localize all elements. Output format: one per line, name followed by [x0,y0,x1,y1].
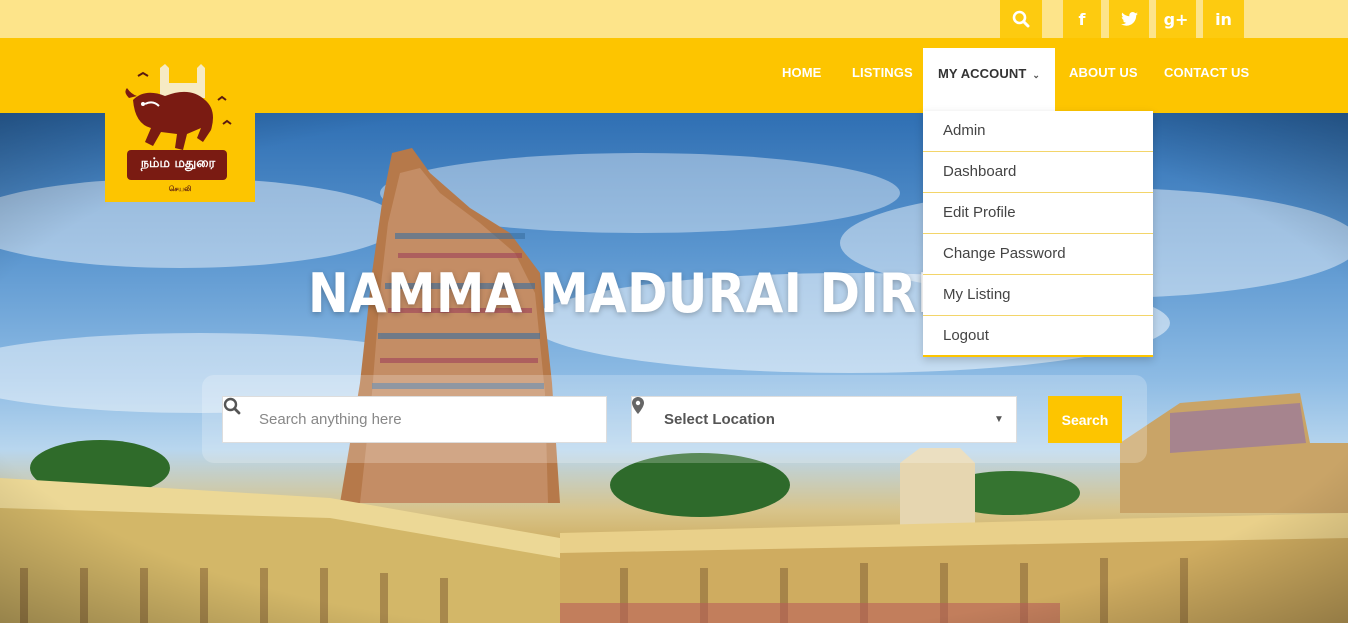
nav-my-account-label: MY ACCOUNT [938,66,1027,81]
top-search-button[interactable] [1000,0,1042,38]
twitter-link[interactable] [1109,0,1149,38]
logo-text: நம்ம மதுரை [140,156,216,171]
caret-down-icon: ▼ [994,414,1004,425]
facebook-icon: f [1078,9,1086,29]
google-plus-link[interactable]: g+ [1156,0,1196,38]
search-button[interactable]: Search [1048,396,1122,443]
bull-logo-icon [125,64,232,180]
nav-about-us[interactable]: ABOUT US [1069,38,1138,113]
dropdown-item-dashboard[interactable]: Dashboard [923,152,1153,193]
location-select[interactable]: Select Location ▼ [631,396,1017,443]
top-bar: f g+ in [0,0,1348,38]
dropdown-item-logout[interactable]: Logout [923,316,1153,357]
nav-home[interactable]: HOME [782,38,821,113]
dropdown-item-edit-profile[interactable]: Edit Profile [923,193,1153,234]
nav-contact-us[interactable]: CONTACT US [1164,38,1249,113]
google-plus-icon: g+ [1163,9,1189,29]
logo-subtext: செயலி [168,185,192,193]
dropdown-item-admin[interactable]: Admin [923,111,1153,152]
linkedin-link[interactable]: in [1203,0,1244,38]
site-logo[interactable]: நம்ம மதுரை செயலி [105,38,255,202]
nav-my-account[interactable]: MY ACCOUNT ⌄ [923,48,1055,113]
dropdown-item-change-password[interactable]: Change Password [923,234,1153,275]
dropdown-item-my-listing[interactable]: My Listing [923,275,1153,316]
search-icon [1012,10,1030,28]
location-select-value: Select Location [664,411,775,428]
my-account-dropdown: Admin Dashboard Edit Profile Change Pass… [923,111,1153,357]
search-field[interactable] [222,396,607,443]
hero-title: NAMMA MADURAI DIRECT [308,262,1021,325]
chevron-down-icon: ⌄ [1032,69,1041,80]
linkedin-icon: in [1215,9,1232,29]
nav-listings[interactable]: LISTINGS [852,38,913,113]
twitter-icon [1120,12,1138,26]
search-input[interactable] [259,411,589,428]
facebook-link[interactable]: f [1063,0,1101,38]
